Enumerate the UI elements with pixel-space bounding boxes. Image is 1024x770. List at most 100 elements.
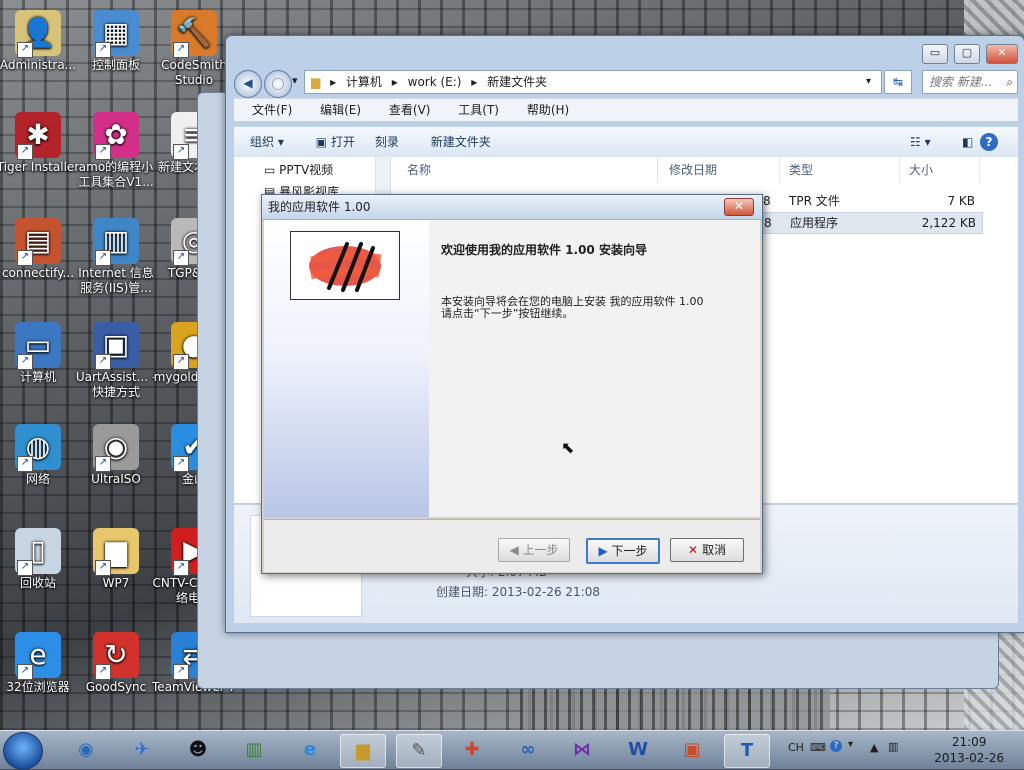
column-type[interactable]: 类型 <box>789 157 900 183</box>
shortcut-arrow-icon: ↗ <box>173 664 189 680</box>
back-step-button[interactable]: ◀ 上一步 <box>498 538 570 562</box>
command-bar: 组织 ▾ ▣ 打开 刻录 新建文件夹 ☷ ▾ ◧ ? <box>234 126 1018 158</box>
desktop-icon[interactable]: ▦ ↗ 控制面板 <box>74 10 158 73</box>
search-icon[interactable]: ⌕ <box>1006 71 1013 93</box>
open-button[interactable]: ▣ 打开 <box>316 127 355 157</box>
maximize-button[interactable]: ▢ <box>954 44 980 64</box>
taskbar-ie-icon[interactable]: e <box>288 734 332 766</box>
folder-icon: ▆ <box>311 75 321 89</box>
desktop-app-icon: ✱ ↗ <box>15 112 61 160</box>
view-options-icon[interactable]: ☷ ▾ <box>910 127 931 157</box>
desktop-icon[interactable]: e ↗ 32位浏览器 <box>0 632 80 695</box>
menu-view[interactable]: 查看(V) <box>389 99 431 121</box>
desktop-icon[interactable]: ▭ ↗ 计算机 <box>0 322 80 385</box>
column-modified[interactable]: 修改日期 <box>669 157 780 183</box>
taskbar-bird-icon[interactable]: ✈ <box>120 734 164 766</box>
shortcut-arrow-icon: ↗ <box>17 456 33 472</box>
desktop-icon[interactable]: ↻ ↗ GoodSync <box>74 632 158 695</box>
language-indicator[interactable]: CH <box>788 741 804 754</box>
open-icon: ▣ <box>315 135 328 149</box>
cancel-button[interactable]: ✕ 取消 <box>670 538 744 562</box>
desktop-icon[interactable]: ▣ ↗ UartAssist... - 快捷方式 <box>74 322 158 400</box>
menu-tools[interactable]: 工具(T) <box>458 99 499 121</box>
new-folder-button[interactable]: 新建文件夹 <box>431 127 491 157</box>
burn-button[interactable]: 刻录 <box>375 127 399 157</box>
desktop-icon-label: amo的编程小工具集合V1... <box>78 160 154 189</box>
next-step-button[interactable]: ▶ 下一步 <box>586 538 660 564</box>
address-bar[interactable]: ▆ ▸ 计算机 ▸ work (E:) ▸ 新建文件夹 ▾ <box>304 70 882 94</box>
installer-dialog[interactable]: 我的应用软件 1.00 ✕ 欢迎使用我的应用软件 1.00 安装向导 本安装向导… <box>261 194 763 574</box>
desktop-app-icon: ◍ ↗ <box>15 424 61 472</box>
desktop-app-icon: ▆ ↗ <box>93 528 139 576</box>
search-input[interactable]: 搜索 新建... ⌕ <box>922 70 1018 94</box>
desktop-icon[interactable]: ▤ ↗ connectify... <box>0 218 80 281</box>
clock-time: 21:09 <box>951 735 987 749</box>
taskbar-visualstudio-icon[interactable]: ⋈ <box>560 734 604 766</box>
desktop-icon[interactable]: ▯ ↗ 回收站 <box>0 528 80 591</box>
close-button[interactable]: ✕ <box>986 44 1018 64</box>
taskbar-powerpoint-icon[interactable]: ▣ <box>670 734 714 766</box>
desktop-app-icon: e ↗ <box>15 632 61 680</box>
shortcut-arrow-icon: ↗ <box>95 42 111 58</box>
desktop-icon[interactable]: ◍ ↗ 网络 <box>0 424 80 487</box>
taskbar-qq-icon[interactable]: ☻ <box>176 734 220 766</box>
taskbar-word-icon[interactable]: W <box>616 734 660 766</box>
history-dropdown-icon[interactable]: ▾ <box>292 74 298 87</box>
back-button[interactable]: ◀ <box>234 70 262 98</box>
menu-file[interactable]: 文件(F) <box>252 99 292 121</box>
shortcut-arrow-icon: ↗ <box>173 144 189 160</box>
column-name[interactable]: 名称 <box>407 157 658 183</box>
app-logo-icon <box>290 231 400 300</box>
breadcrumb-folder[interactable]: 新建文件夹 <box>487 75 547 89</box>
shortcut-arrow-icon: ↗ <box>95 250 111 266</box>
taskbar-media-icon[interactable]: ◉ <box>64 734 108 766</box>
desktop-icon[interactable]: 👤 ↗ Administra... <box>0 10 80 73</box>
desktop-icon-label: connectify... <box>1 266 75 280</box>
desktop-app-icon: ◉ ↗ <box>93 424 139 472</box>
taskbar-clock[interactable]: 21:09 2013-02-26 <box>934 734 1004 766</box>
taskbar-explorer-icon[interactable]: ▆ <box>340 734 386 768</box>
taskbar-puzzle-icon[interactable]: ✚ <box>450 734 494 766</box>
breadcrumb-computer[interactable]: 计算机 <box>346 75 382 89</box>
wizard-body: 本安装向导将会在您的电脑上安装 我的应用软件 1.00 请点击“下一步”按钮继续… <box>441 296 703 320</box>
dialog-titlebar[interactable]: 我的应用软件 1.00 ✕ <box>262 195 762 220</box>
desktop-app-icon: ▦ ↗ <box>93 10 139 58</box>
taskbar-infinity-icon[interactable]: ∞ <box>506 734 550 766</box>
taskbar-iis-icon[interactable]: ▥ <box>232 734 276 766</box>
desktop-icon[interactable]: ◉ ↗ UltraISO <box>74 424 158 487</box>
ime-help-icon[interactable]: ? <box>830 740 842 752</box>
menu-help[interactable]: 帮助(H) <box>527 99 569 121</box>
breadcrumb-drive[interactable]: work (E:) <box>408 75 462 89</box>
desktop-icon-label: 回收站 <box>19 576 56 590</box>
desktop-icon[interactable]: ▆ ↗ WP7 <box>74 528 158 591</box>
keyboard-icon[interactable]: ⌨ <box>810 741 826 754</box>
preview-pane-icon[interactable]: ◧ <box>962 127 973 157</box>
minimize-button[interactable]: ▭ <box>922 44 948 64</box>
organize-button[interactable]: 组织 ▾ <box>250 127 284 157</box>
ime-options-icon[interactable]: ▾ <box>848 739 853 750</box>
menu-edit[interactable]: 编辑(E) <box>320 99 361 121</box>
address-dropdown-icon[interactable]: ▾ <box>866 71 871 93</box>
column-size[interactable]: 大小 <box>909 157 980 183</box>
desktop-app-icon: ↻ ↗ <box>93 632 139 680</box>
desktop-app-icon: ▥ ↗ <box>93 218 139 266</box>
arrow-right-icon: ▶ <box>598 544 612 558</box>
tray-expand-icon[interactable]: ▲ <box>870 741 878 754</box>
network-icon[interactable]: ▥ <box>888 740 898 753</box>
refresh-button[interactable]: ↹ <box>884 70 912 94</box>
desktop-icon[interactable]: ✱ ↗ Tiger Installer <box>0 112 80 175</box>
desktop-icon[interactable]: 🔨 ↗ CodeSmith Studio <box>152 10 236 88</box>
shortcut-arrow-icon: ↗ <box>173 42 189 58</box>
taskbar-tools-icon[interactable]: ✎ <box>396 734 442 768</box>
desktop-icon[interactable]: ▥ ↗ Internet 信息服务(IIS)管... <box>74 218 158 296</box>
dialog-close-button[interactable]: ✕ <box>724 198 754 216</box>
desktop-icon[interactable]: ✿ ↗ amo的编程小工具集合V1... <box>74 112 158 190</box>
taskbar-installer-icon[interactable]: T <box>724 734 770 768</box>
shortcut-arrow-icon: ↗ <box>17 144 33 160</box>
forward-button[interactable]: ◯ <box>264 70 292 98</box>
nav-item-pptv[interactable]: ▭ PPTV视频 <box>264 161 333 178</box>
start-button[interactable] <box>3 732 43 770</box>
desktop-icon-label: WP7 <box>102 576 130 590</box>
shortcut-arrow-icon: ↗ <box>173 560 189 576</box>
help-icon[interactable]: ? <box>980 133 998 151</box>
